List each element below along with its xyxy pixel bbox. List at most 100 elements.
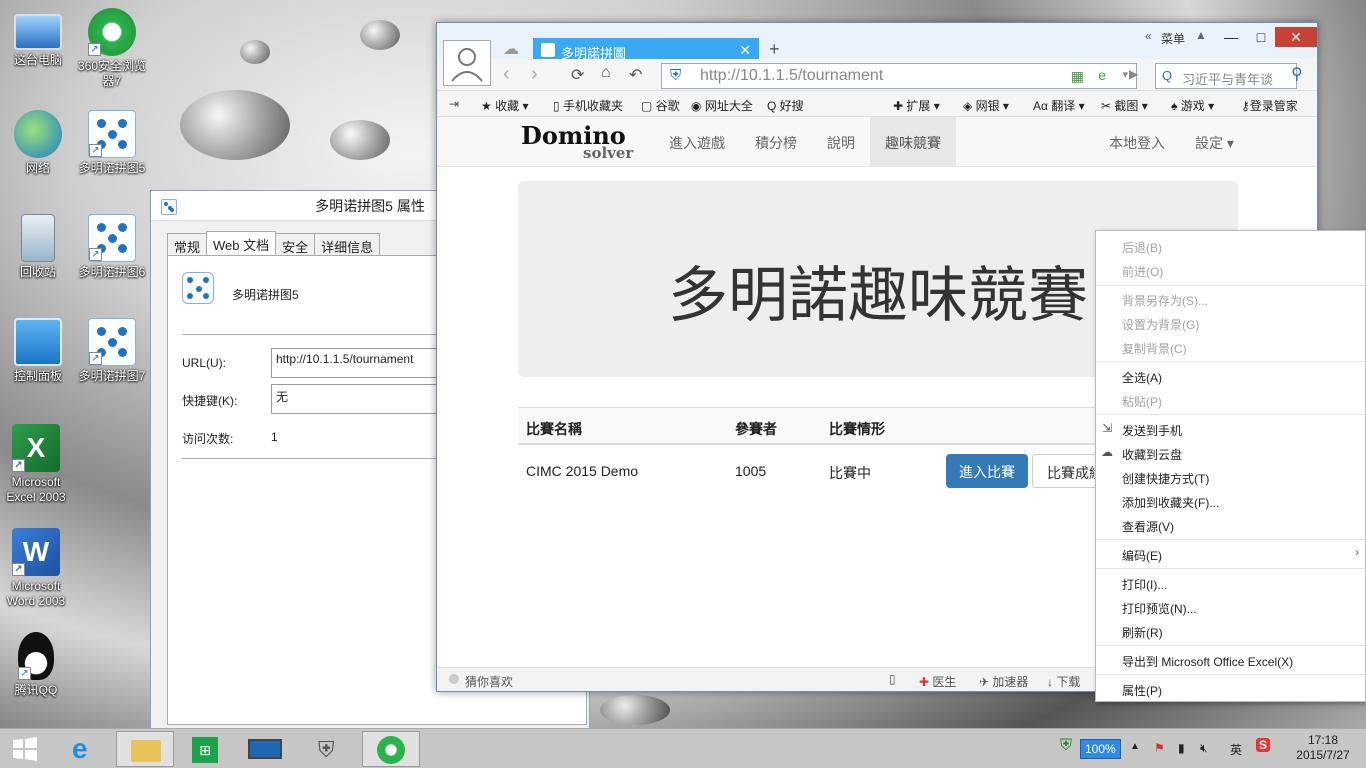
- taskbar-explorer-button[interactable]: [116, 731, 174, 767]
- refresh-icon[interactable]: ⟳: [571, 65, 584, 85]
- desktop-icon-360-browser[interactable]: ↗ 360安全浏览器7: [76, 8, 148, 89]
- menu-send-to-phone[interactable]: 发送到手机: [1122, 422, 1182, 439]
- new-tab-icon[interactable]: +: [769, 39, 780, 60]
- clock-date: 2015/7/27: [1296, 748, 1350, 762]
- domino-icon: ↗: [88, 110, 136, 158]
- status-doctor[interactable]: ✚ 医生: [919, 673, 956, 690]
- menu-paste[interactable]: 粘贴(P): [1122, 393, 1162, 410]
- ime-indicator[interactable]: 英: [1230, 741, 1242, 758]
- dropdown-icon[interactable]: ▾: [1122, 68, 1128, 81]
- menu-forward[interactable]: 前进(O): [1122, 263, 1163, 280]
- desktop-icon-network[interactable]: 网络: [2, 110, 74, 176]
- nav-contest-active[interactable]: 趣味競賽: [870, 117, 956, 167]
- desktop-icon-this-pc[interactable]: 这台电脑: [2, 8, 74, 68]
- minimize-button[interactable]: —: [1217, 27, 1245, 47]
- user-avatar-icon[interactable]: [443, 40, 491, 86]
- forward-icon[interactable]: ›: [531, 63, 538, 86]
- desktop-icon-domino6[interactable]: ↗ 多明诺拼图6: [76, 214, 148, 280]
- fav-screenshot[interactable]: ✂ 截图 ▾: [1101, 97, 1148, 114]
- sidebar-toggle-icon[interactable]: ⇥: [449, 97, 459, 111]
- status-recommend[interactable]: 猜你喜欢: [465, 673, 513, 690]
- fav-mobile[interactable]: ▯ 手机收藏夹: [553, 97, 623, 114]
- cloud-icon[interactable]: ☁: [503, 39, 519, 59]
- desktop-icon-label: 多明诺拼图6: [78, 265, 146, 279]
- menu-separator: [1096, 414, 1365, 415]
- sogou-ime-icon[interactable]: S: [1256, 738, 1271, 752]
- close-tab-icon[interactable]: ✕: [739, 42, 751, 59]
- home-icon[interactable]: ⌂: [601, 64, 611, 82]
- enter-contest-button[interactable]: 進入比賽: [946, 454, 1028, 488]
- menu-add-favorite[interactable]: 添加到收藏夹(F)...: [1122, 494, 1219, 511]
- menu-view-source[interactable]: 查看源(V): [1122, 518, 1174, 535]
- clock[interactable]: 17:18 2015/7/27: [1286, 733, 1360, 763]
- menu-print-preview[interactable]: 打印预览(N)...: [1122, 600, 1197, 617]
- menu-create-shortcut[interactable]: 创建快捷方式(T): [1122, 470, 1209, 487]
- hotkey-label: 快捷键(K):: [182, 394, 238, 408]
- menu-button[interactable]: 菜单: [1161, 30, 1185, 47]
- download-label: 下载: [1056, 675, 1081, 689]
- desktop-icon-qq[interactable]: ↗ 腾讯QQ: [0, 632, 72, 698]
- desktop-icon-excel[interactable]: X ↗ Microsoft Excel 2003: [0, 424, 72, 505]
- taskbar-ie-button[interactable]: e: [56, 731, 114, 767]
- fav-favorites[interactable]: ★ 收藏 ▾: [481, 97, 528, 114]
- menu-select-all[interactable]: 全选(A): [1122, 369, 1162, 386]
- fav-extensions[interactable]: ✚ 扩展 ▾: [893, 97, 940, 114]
- close-button[interactable]: ✕: [1275, 27, 1317, 47]
- search-icon[interactable]: ⚲: [1291, 64, 1303, 84]
- action-center-flag-icon[interactable]: ⚑: [1154, 741, 1165, 755]
- menu-back[interactable]: 后退(B): [1122, 239, 1162, 256]
- site-logo[interactable]: Domino solver: [521, 123, 633, 162]
- nav-help[interactable]: 說明: [827, 133, 855, 153]
- menu-properties[interactable]: 属性(P): [1122, 682, 1162, 699]
- ie-mode-icon[interactable]: e: [1098, 67, 1106, 83]
- taskbar-store-button[interactable]: ⊞: [176, 731, 234, 767]
- qr-icon[interactable]: ▦: [1071, 68, 1084, 85]
- volume-muted-icon[interactable]: 🔇︎: [1200, 741, 1208, 756]
- fav-games[interactable]: ♠ 游戏 ▾: [1171, 97, 1214, 114]
- address-bar[interactable]: ⛨ http://10.1.1.5/tournament ▦ e ▾: [661, 63, 1137, 89]
- desktop-icon-word[interactable]: W ↗ Microsoft Word 2003: [0, 528, 72, 609]
- skin-icon[interactable]: ▲: [1195, 28, 1207, 42]
- menu-set-background[interactable]: 设置为背景(G): [1122, 316, 1199, 333]
- power-icon[interactable]: ▮: [1178, 741, 1185, 755]
- desktop-icon-domino7[interactable]: ↗ 多明诺拼图7: [76, 318, 148, 384]
- menu-save-background[interactable]: 背景另存为(S)...: [1122, 292, 1208, 309]
- back-icon[interactable]: ‹: [503, 63, 510, 86]
- start-button[interactable]: [0, 731, 50, 767]
- menu-separator: [1096, 568, 1365, 569]
- mobile-icon[interactable]: ▯: [889, 672, 896, 686]
- desktop-icon-recycle-bin[interactable]: 回收站: [2, 214, 74, 280]
- fav-hao123[interactable]: ◉ 网址大全: [691, 97, 753, 114]
- fav-password-manager[interactable]: ⚷登录管家: [1241, 97, 1298, 114]
- status-download[interactable]: ↓ 下载: [1047, 673, 1080, 690]
- tray-expand-icon[interactable]: ▲: [1130, 741, 1140, 752]
- fav-google[interactable]: ▢ 谷歌: [641, 97, 680, 114]
- taskbar-360-browser-button[interactable]: [362, 731, 420, 767]
- menu-encoding[interactable]: 编码(E): [1122, 547, 1162, 564]
- nav-login[interactable]: 本地登入: [1109, 133, 1165, 153]
- status-accelerator[interactable]: ✈ 加速器: [979, 673, 1028, 690]
- nav-leaderboard[interactable]: 積分榜: [755, 133, 797, 153]
- desktop-icon-domino5[interactable]: ↗ 多明诺拼图5: [76, 110, 148, 176]
- maximize-button[interactable]: □: [1247, 27, 1275, 47]
- nav-play[interactable]: 進入遊戲: [669, 133, 725, 153]
- collapse-icon[interactable]: «: [1145, 29, 1152, 43]
- security-tray-icon[interactable]: ⛨: [1060, 737, 1072, 755]
- nav-settings[interactable]: 設定 ▾: [1195, 133, 1234, 153]
- menu-refresh[interactable]: 刷新(R): [1122, 624, 1163, 641]
- search-input[interactable]: Q 习近平与青年谈: [1155, 63, 1297, 89]
- taskbar-security-button[interactable]: ⛨: [298, 731, 356, 767]
- menu-save-to-cloud[interactable]: 收藏到云盘: [1122, 446, 1182, 463]
- browser-titlebar[interactable]: ☁ 多明諾拼圖 ✕ + « 菜单 ▲ — □ ✕: [437, 23, 1317, 86]
- fav-ebank[interactable]: ◈ 网银 ▾: [963, 97, 1009, 114]
- fav-haosou[interactable]: Q 好搜: [767, 97, 804, 114]
- menu-copy-background[interactable]: 复制背景(C): [1122, 340, 1187, 357]
- desktop-icon-control-panel[interactable]: 控制面板: [2, 318, 74, 384]
- menu-print[interactable]: 打印(I)...: [1122, 576, 1167, 593]
- undo-icon[interactable]: ↶: [629, 65, 642, 85]
- menu-export-excel[interactable]: 导出到 Microsoft Office Excel(X): [1122, 653, 1293, 670]
- taskbar-lenovo-button[interactable]: [236, 731, 294, 767]
- battery-indicator[interactable]: 100%: [1080, 739, 1121, 759]
- fav-translate[interactable]: Aα 翻译 ▾: [1033, 97, 1085, 114]
- go-icon[interactable]: ▶: [1129, 67, 1138, 81]
